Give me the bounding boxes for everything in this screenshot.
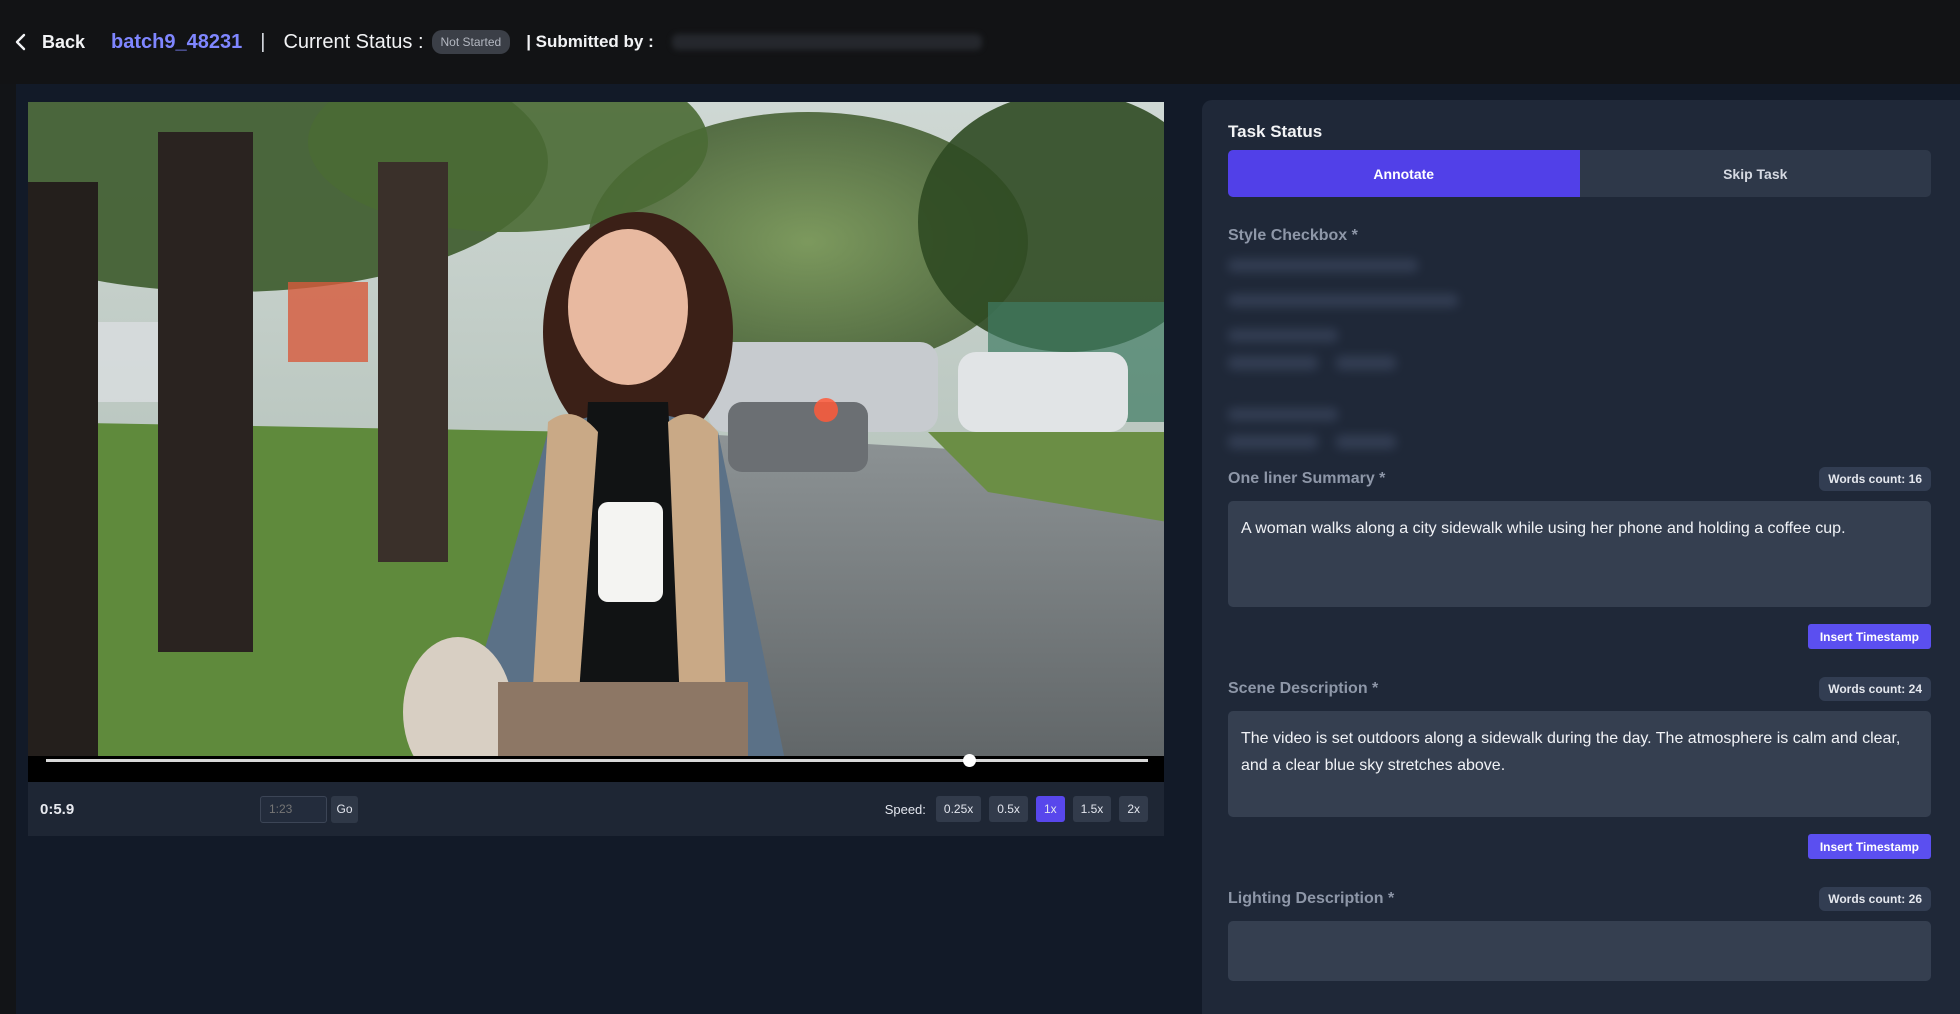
back-label: Back <box>42 31 86 52</box>
back-button[interactable]: Back <box>14 32 85 53</box>
video-player[interactable] <box>28 102 1164 776</box>
progress-track-container <box>28 754 1164 782</box>
speed-selector: Speed: 0.25x 0.5x 1x 1.5x 2x <box>885 796 1148 822</box>
task-status-tabs: Annotate Skip Task <box>1228 150 1931 197</box>
speed-1-5x-button[interactable]: 1.5x <box>1072 796 1112 822</box>
speed-2x-button[interactable]: 2x <box>1119 796 1148 822</box>
separator: | <box>260 30 266 53</box>
top-bar: Back batch9_48231 | Current Status : Not… <box>0 0 1960 84</box>
video-panel: 0:5.9 Go Speed: 0.25x 0.5x 1x 1.5x 2x <box>28 102 1164 836</box>
style-checkbox-label: Style Checkbox * <box>1228 227 1358 244</box>
scene-description-textarea[interactable]: The video is set outdoors along a sidewa… <box>1228 711 1931 817</box>
annotate-tab[interactable]: Annotate <box>1228 150 1580 197</box>
speed-label: Speed: <box>884 801 926 817</box>
progress-track[interactable] <box>46 759 1148 762</box>
player-controls: 0:5.9 Go Speed: 0.25x 0.5x 1x 1.5x 2x <box>28 782 1164 836</box>
speed-0-25x-button[interactable]: 0.25x <box>935 796 982 822</box>
lighting-description-textarea[interactable] <box>1228 921 1931 981</box>
task-panel: Task Status Annotate Skip Task Style Che… <box>1202 100 1960 1014</box>
current-status-label: Current Status : <box>283 30 424 53</box>
lighting-description-label: Lighting Description * <box>1228 890 1395 907</box>
scene-description-word-count: Words count: 24 <box>1819 677 1931 701</box>
batch-id-link[interactable]: batch9_48231 <box>111 31 242 54</box>
style-checkbox-section: Style Checkbox * <box>1228 227 1930 449</box>
scene-description-section: Scene Description * Words count: 24 The … <box>1228 677 1931 859</box>
scene-description-label: Scene Description * <box>1228 680 1379 697</box>
lighting-description-section: Lighting Description * Words count: 26 <box>1228 887 1931 981</box>
video-frame <box>28 102 1164 775</box>
submitted-by-label: | Submitted by : <box>526 32 654 51</box>
skip-task-tab[interactable]: Skip Task <box>1580 150 1932 197</box>
one-liner-word-count: Words count: 16 <box>1819 467 1931 491</box>
one-liner-insert-timestamp-button[interactable]: Insert Timestamp <box>1807 624 1931 649</box>
chevron-left-icon <box>15 33 26 51</box>
scene-insert-timestamp-button[interactable]: Insert Timestamp <box>1807 834 1931 859</box>
one-liner-summary-section: One liner Summary * Words count: 16 A wo… <box>1228 467 1931 649</box>
submitted-by-redacted <box>671 34 982 50</box>
one-liner-summary-label: One liner Summary * <box>1228 470 1386 487</box>
go-button[interactable]: Go <box>331 795 358 823</box>
speed-0-5x-button[interactable]: 0.5x <box>989 796 1028 822</box>
current-time: 0:5.9 <box>40 800 75 818</box>
lighting-description-word-count: Words count: 26 <box>1819 887 1931 911</box>
task-status-title: Task Status <box>1228 122 1323 141</box>
one-liner-summary-textarea[interactable]: A woman walks along a city sidewalk whil… <box>1228 501 1931 607</box>
speed-1x-button[interactable]: 1x <box>1035 796 1065 822</box>
style-checkbox-redacted <box>1228 259 1930 449</box>
progress-handle[interactable] <box>963 754 977 767</box>
status-badge: Not Started <box>431 30 511 54</box>
goto-time-input[interactable] <box>260 795 327 823</box>
main-area: 0:5.9 Go Speed: 0.25x 0.5x 1x 1.5x 2x Ta… <box>16 84 1960 1014</box>
